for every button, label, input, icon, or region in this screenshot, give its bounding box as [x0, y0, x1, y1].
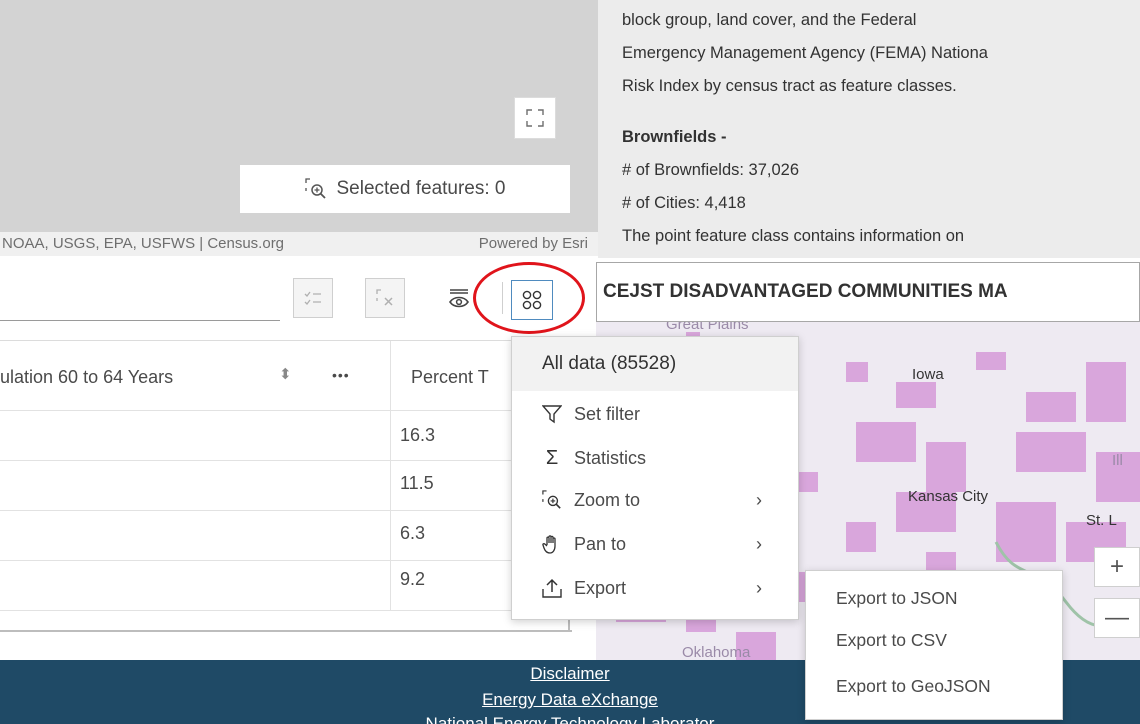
table-row[interactable]: 6.3 [0, 511, 598, 561]
filter-icon [542, 405, 562, 424]
clear-selection-icon [376, 289, 393, 306]
sigma-icon: Σ [545, 446, 559, 469]
export-icon [542, 578, 562, 598]
table-row[interactable]: 9.2 [0, 561, 598, 611]
menu-item-statistics[interactable]: Σ Statistics [512, 436, 798, 480]
zoom-to-selection-icon [304, 178, 326, 199]
menu-item-export[interactable]: Export › [512, 566, 798, 610]
table-row[interactable]: 11.5 [0, 461, 598, 511]
zoom-to-icon [542, 490, 561, 509]
map-view[interactable] [0, 0, 598, 255]
export-geojson-item[interactable]: Export to GeoJSON [836, 676, 991, 697]
fullscreen-icon [526, 109, 544, 127]
checklist-icon [304, 291, 321, 305]
map-label-oklahoma: Oklahoma [682, 644, 751, 660]
eye-filter-icon [449, 289, 469, 308]
menu-item-label: Statistics [574, 447, 647, 468]
menu-item-label: Zoom to [574, 489, 641, 510]
map-label-illinois: Ill [1112, 452, 1123, 469]
column-header-percent[interactable]: Percent T [411, 367, 489, 388]
menu-item-label: Export [574, 577, 627, 598]
table-search-input[interactable] [0, 320, 280, 321]
selected-features-label: Selected features: 0 [336, 178, 506, 199]
hand-icon [542, 535, 556, 554]
chevron-right-icon: › [756, 577, 762, 598]
column-menu-icon[interactable]: ••• [332, 367, 350, 383]
select-all-button[interactable] [293, 278, 333, 318]
sort-icon[interactable]: ⬍ [279, 365, 292, 383]
zoom-out-button[interactable]: — [1094, 598, 1140, 638]
desc-heading: Brownfields - [622, 128, 727, 146]
attribution-text: NOAA, USGS, EPA, USFWS | Census.org [2, 235, 285, 252]
menu-item-label: Set filter [574, 403, 641, 424]
table-row[interactable]: 16.3 [0, 411, 598, 461]
table-cell: 16.3 [400, 425, 436, 445]
powered-by-esri[interactable]: Powered by Esri [479, 232, 588, 256]
table-cell: 6.3 [400, 523, 426, 543]
zoom-in-button[interactable]: + [1094, 547, 1140, 587]
map-label-great-plains: Great Plains [666, 322, 749, 333]
column-header-population-60-64[interactable]: ulation 60 to 64 Years [0, 367, 173, 388]
fullscreen-button[interactable] [514, 97, 556, 139]
chevron-right-icon: › [756, 489, 762, 510]
menu-item-all-data[interactable]: All data (85528) [512, 337, 798, 391]
desc-line: Emergency Management Agency (FEMA) Natio… [622, 44, 988, 62]
map-attribution: NOAA, USGS, EPA, USFWS | Census.org Powe… [0, 232, 598, 256]
menu-item-pan-to[interactable]: Pan to › [512, 522, 798, 566]
table-scrollbar-track[interactable] [0, 630, 572, 632]
chevron-right-icon: › [756, 533, 762, 554]
desc-line: Risk Index by census tract as feature cl… [622, 77, 957, 95]
table-cell: 11.5 [400, 473, 434, 493]
map-title: CEJST DISADVANTAGED COMMUNITIES MA [596, 262, 1140, 322]
map-label-iowa: Iowa [912, 366, 944, 383]
export-csv-item[interactable]: Export to CSV [836, 630, 947, 651]
selected-features-button[interactable]: Selected features: 0 [240, 165, 570, 213]
clear-selection-button[interactable] [365, 278, 405, 318]
desc-line: The point feature class contains informa… [622, 227, 965, 245]
map-label-st-louis: St. L [1086, 512, 1117, 529]
menu-item-zoom-to[interactable]: Zoom to › [512, 478, 798, 522]
highlight-annotation-circle [473, 262, 585, 334]
table-cell: 9.2 [400, 569, 426, 589]
menu-item-label: Pan to [574, 533, 627, 554]
desc-line: block group, land cover, and the Federal [622, 11, 917, 29]
layer-description: block group, land cover, and the Federal… [598, 0, 1140, 258]
desc-stat: # of Brownfields: 37,026 [622, 161, 800, 179]
table-header-row: ulation 60 to 64 Years ⬍ ••• Percent T [0, 341, 598, 411]
map-label-kansas-city: Kansas City [908, 488, 989, 505]
desc-stat: # of Cities: 4,418 [622, 194, 746, 212]
export-json-item[interactable]: Export to JSON [836, 588, 958, 609]
menu-item-set-filter[interactable]: Set filter [512, 392, 798, 436]
